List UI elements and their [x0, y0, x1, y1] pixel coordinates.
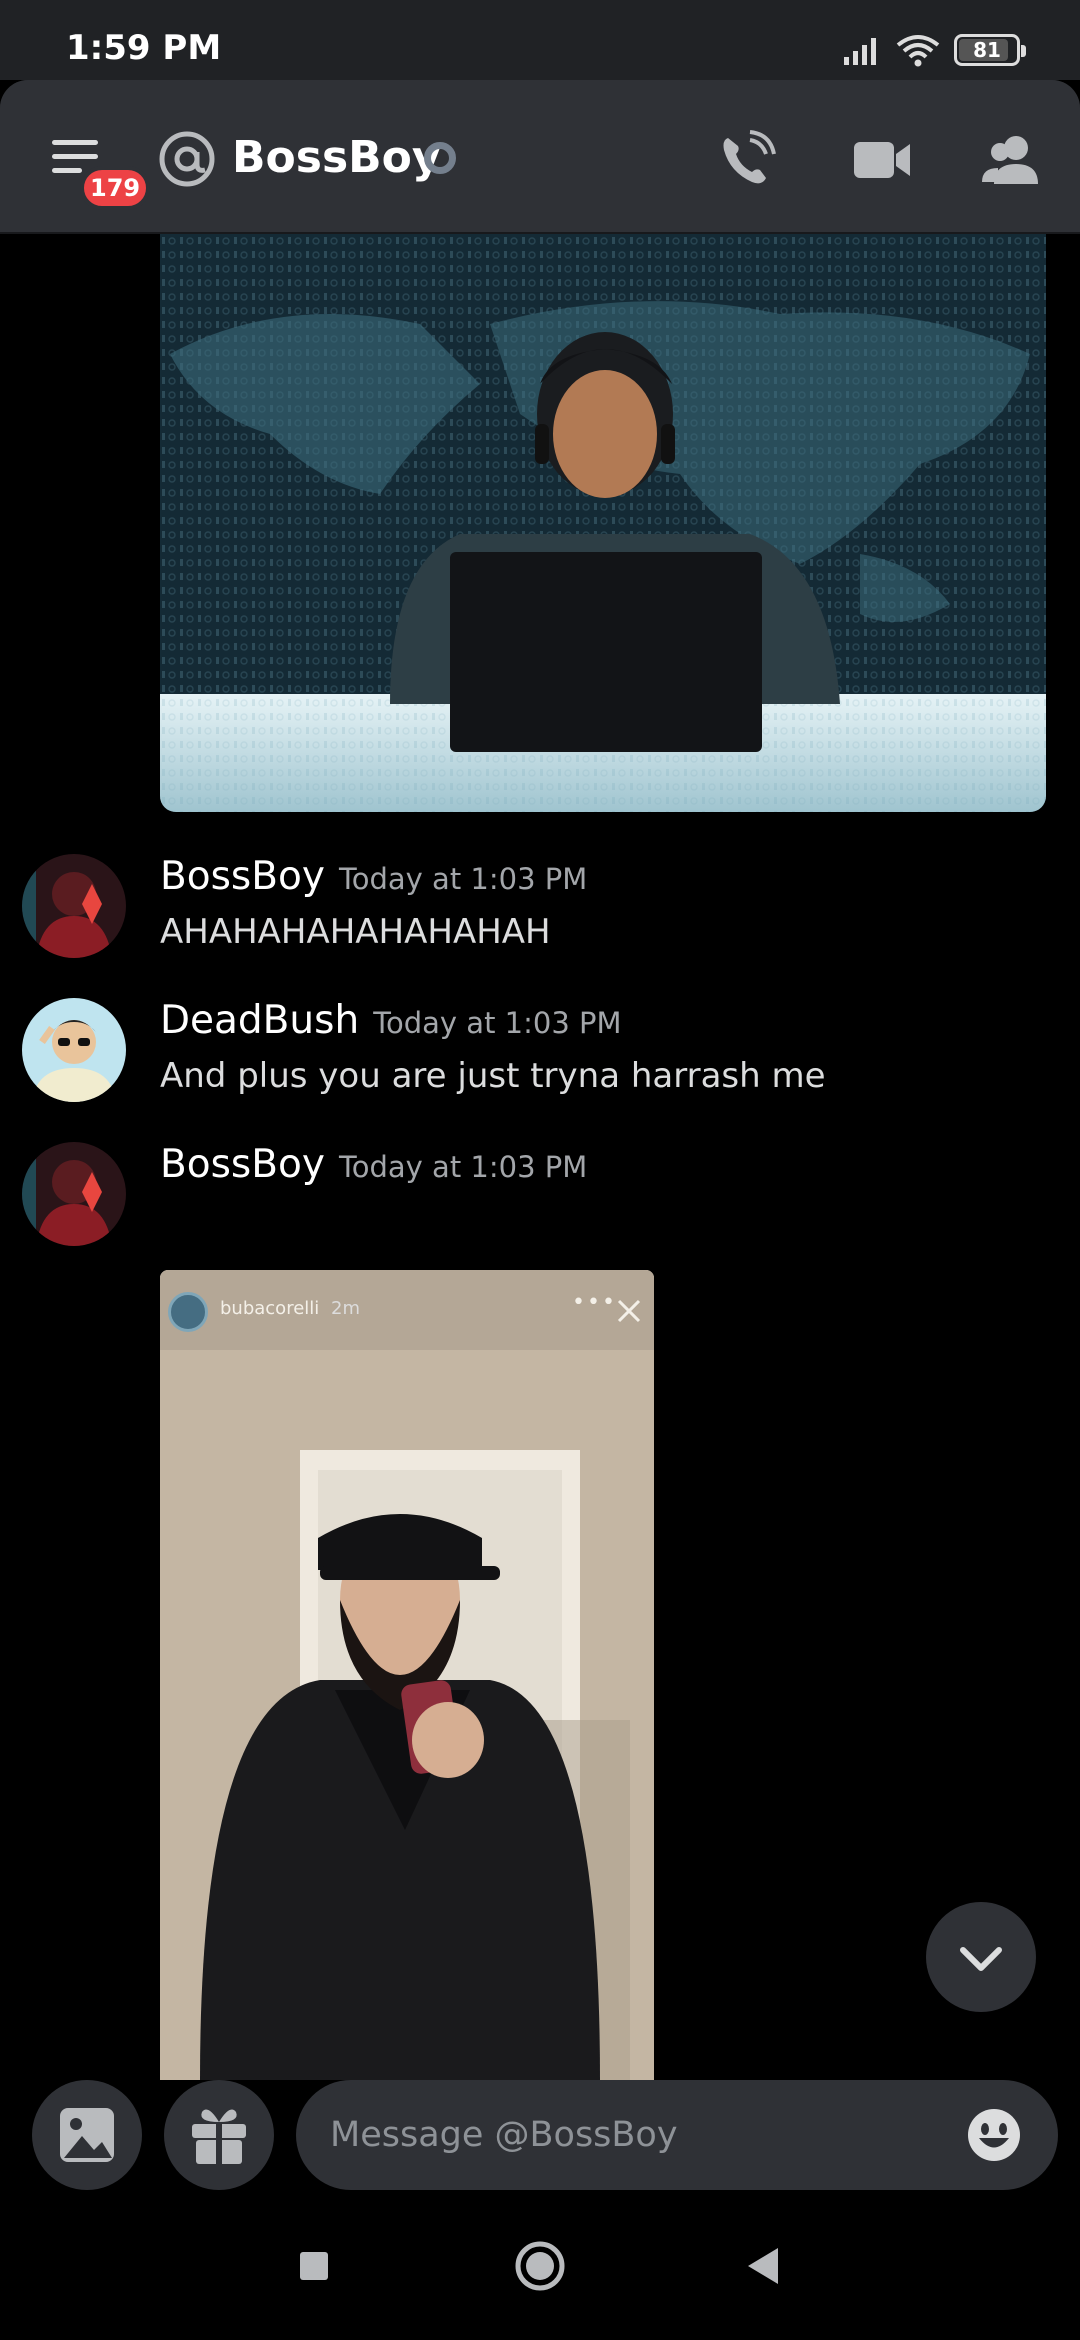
system-nav-bar: [0, 2190, 1080, 2340]
avatar[interactable]: [22, 1142, 126, 1246]
video-camera-icon[interactable]: [850, 130, 914, 190]
phone-call-icon[interactable]: [716, 130, 780, 190]
notification-badge: 179: [80, 166, 151, 210]
jump-to-bottom-button[interactable]: [926, 1902, 1036, 2012]
message-timestamp: Today at 1:03 PM: [338, 1150, 588, 1184]
avatar[interactable]: [22, 998, 126, 1102]
channel-title[interactable]: BossBoy: [232, 132, 441, 183]
message-author[interactable]: DeadBush Today at 1:03 PM: [160, 998, 622, 1043]
message-timestamp: Today at 1:03 PM: [373, 1006, 622, 1040]
message-list[interactable]: BossBoy Today at 1:03 PM AHAHAHAHAHAHAHAH…: [0, 234, 1080, 2080]
attachment-image-story[interactable]: bubacorelli 2m •••: [160, 1270, 654, 2080]
attachment-image-hacker[interactable]: [160, 234, 1046, 812]
message-input-container[interactable]: [296, 2080, 1058, 2190]
home-icon[interactable]: [510, 2236, 570, 2296]
wifi-icon: [896, 35, 940, 67]
emoji-icon[interactable]: [964, 2105, 1024, 2165]
message-input[interactable]: [330, 2080, 930, 2190]
status-bar: 1:59 PM 81: [0, 0, 1080, 80]
status-idle-icon: [424, 142, 456, 174]
chevron-down-icon: [960, 1947, 1002, 1971]
signal-icon: [844, 38, 876, 65]
attach-image-button[interactable]: [32, 2080, 142, 2190]
battery-indicator: 81: [954, 34, 1026, 66]
message-author[interactable]: BossBoy Today at 1:03 PM: [160, 1142, 587, 1187]
story-more-icon: •••: [572, 1290, 617, 1315]
battery-level: 81: [973, 38, 1001, 62]
message-timestamp: Today at 1:03 PM: [338, 862, 588, 896]
status-time: 1:59 PM: [66, 28, 222, 68]
story-close-icon: [617, 1299, 641, 1323]
story-age: 2m: [331, 1298, 361, 1319]
message-author[interactable]: BossBoy Today at 1:03 PM: [160, 854, 587, 899]
message-composer: [0, 2080, 1080, 2190]
back-icon[interactable]: [734, 2236, 794, 2296]
gift-icon: [192, 2109, 246, 2164]
recents-icon[interactable]: [284, 2236, 344, 2296]
message-text: AHAHAHAHAHAHAHAH: [160, 912, 551, 952]
at-icon: [159, 131, 215, 187]
members-icon[interactable]: [980, 130, 1044, 190]
story-avatar: [168, 1292, 208, 1332]
status-icons: 81: [842, 30, 1026, 70]
story-username: bubacorelli: [220, 1298, 320, 1319]
story-header: bubacorelli 2m: [220, 1298, 360, 1319]
message-text: And plus you are just tryna harrash me: [160, 1056, 826, 1096]
avatar[interactable]: [22, 854, 126, 958]
gift-button[interactable]: [164, 2080, 274, 2190]
channel-header: 179 BossBoy: [0, 80, 1080, 234]
image-icon: [60, 2108, 114, 2162]
